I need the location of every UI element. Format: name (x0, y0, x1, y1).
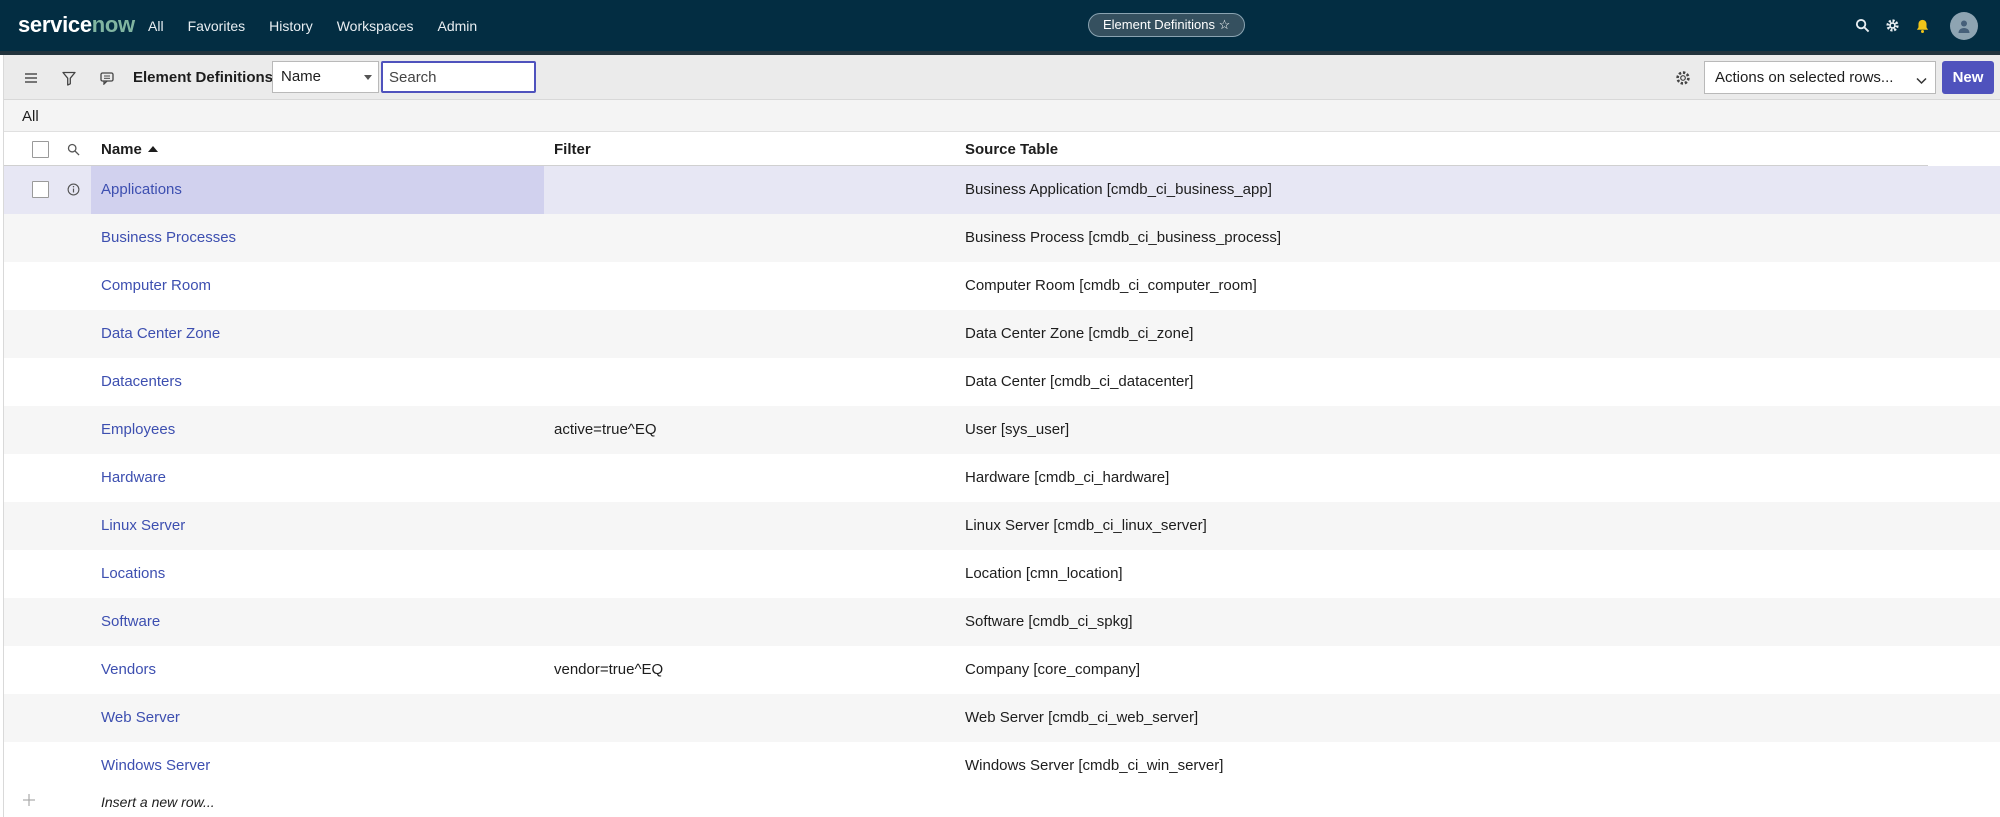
actions-select[interactable]: Actions on selected rows... (1704, 61, 1936, 94)
row-name-link[interactable]: Vendors (101, 661, 156, 678)
table-row[interactable]: Employees active=true^EQ User [sys_user] (4, 406, 2000, 454)
caret-down-icon (364, 75, 372, 80)
top-navigation: servicenow All Favorites History Workspa… (0, 0, 2000, 51)
menu-history[interactable]: History (269, 18, 313, 34)
list-header-bar: Element Definitions Name Actions on sele… (4, 55, 2000, 100)
row-source-table: User [sys_user] (965, 421, 1070, 438)
servicenow-logo[interactable]: servicenow (18, 12, 135, 38)
top-icons (1854, 0, 1978, 51)
row-name-link[interactable]: Locations (101, 565, 165, 582)
row-name-link[interactable]: Web Server (101, 709, 180, 726)
row-source-table: Data Center Zone [cmdb_ci_zone] (965, 325, 1194, 342)
row-name-link[interactable]: Employees (101, 421, 175, 438)
menu-admin[interactable]: Admin (437, 18, 477, 34)
table-row[interactable]: Datacenters Data Center [cmdb_ci_datacen… (4, 358, 2000, 406)
breadcrumb-all[interactable]: All (22, 108, 39, 125)
row-name-link[interactable]: Applications (101, 181, 182, 198)
insert-row[interactable]: Insert a new row... (4, 790, 2000, 817)
row-source-table: Location [cmn_location] (965, 565, 1123, 582)
info-icon[interactable] (65, 181, 82, 198)
row-name-link[interactable]: Windows Server (101, 757, 210, 774)
table-body: Applications Business Application [cmdb_… (4, 166, 2000, 790)
column-header-filter[interactable]: Filter (554, 141, 591, 158)
row-source-table: Software [cmdb_ci_spkg] (965, 613, 1133, 630)
menu-favorites[interactable]: Favorites (188, 18, 246, 34)
row-name-link[interactable]: Computer Room (101, 277, 211, 294)
table-row[interactable]: Computer Room Computer Room [cmdb_ci_com… (4, 262, 2000, 310)
column-header-source-table[interactable]: Source Table (965, 141, 1058, 158)
context-pill[interactable]: Element Definitions ☆ (1088, 13, 1246, 37)
sort-ascending-icon (147, 146, 158, 152)
plus-icon[interactable] (22, 793, 38, 809)
row-name-link[interactable]: Linux Server (101, 517, 185, 534)
row-source-table: Computer Room [cmdb_ci_computer_room] (965, 277, 1257, 294)
filter-icon[interactable] (59, 68, 79, 88)
hamburger-icon[interactable] (21, 68, 41, 88)
logo-service-text: service (18, 12, 92, 37)
list-title: Element Definitions (133, 69, 274, 86)
table-row[interactable]: Vendors vendor=true^EQ Company [core_com… (4, 646, 2000, 694)
table-row[interactable]: Data Center Zone Data Center Zone [cmdb_… (4, 310, 2000, 358)
insert-row-text[interactable]: Insert a new row... (101, 794, 215, 810)
comment-icon[interactable] (97, 68, 117, 88)
search-field-select[interactable]: Name (272, 61, 379, 93)
table-row[interactable]: Web Server Web Server [cmdb_ci_web_serve… (4, 694, 2000, 742)
row-name-link[interactable]: Business Processes (101, 229, 236, 246)
row-name-link[interactable]: Datacenters (101, 373, 182, 390)
main-menu: All Favorites History Workspaces Admin (148, 0, 501, 51)
column-search-icon[interactable] (63, 139, 83, 159)
row-source-table: Linux Server [cmdb_ci_linux_server] (965, 517, 1207, 534)
table-row[interactable]: Linux Server Linux Server [cmdb_ci_linux… (4, 502, 2000, 550)
table-header: Name Filter Source Table (4, 132, 1928, 166)
bell-icon[interactable] (1914, 18, 1930, 34)
column-header-name-label: Name (101, 141, 142, 158)
menu-workspaces[interactable]: Workspaces (337, 18, 414, 34)
row-source-table: Business Process [cmdb_ci_business_proce… (965, 229, 1281, 246)
row-name-link[interactable]: Software (101, 613, 160, 630)
table-row[interactable]: Business Processes Business Process [cmd… (4, 214, 2000, 262)
row-source-table: Company [core_company] (965, 661, 1141, 678)
chevron-down-icon (1916, 72, 1927, 89)
search-field-select-value: Name (281, 68, 322, 85)
table-row[interactable]: Hardware Hardware [cmdb_ci_hardware] (4, 454, 2000, 502)
settings-gear-icon[interactable] (1673, 68, 1693, 88)
row-checkbox[interactable] (32, 181, 49, 198)
row-filter: vendor=true^EQ (554, 661, 664, 678)
logo-now-text: now (91, 12, 135, 37)
select-all-checkbox[interactable] (32, 141, 49, 158)
row-name-link[interactable]: Hardware (101, 469, 166, 486)
search-input[interactable] (381, 61, 536, 93)
gear-icon[interactable] (1884, 18, 1900, 34)
table-row[interactable]: Windows Server Windows Server [cmdb_ci_w… (4, 742, 2000, 790)
row-source-table: Hardware [cmdb_ci_hardware] (965, 469, 1170, 486)
actions-select-value: Actions on selected rows... (1715, 69, 1894, 86)
row-source-table: Data Center [cmdb_ci_datacenter] (965, 373, 1194, 390)
row-source-table: Windows Server [cmdb_ci_win_server] (965, 757, 1224, 774)
column-header-name[interactable]: Name (101, 141, 158, 158)
menu-all[interactable]: All (148, 18, 164, 34)
row-source-table: Web Server [cmdb_ci_web_server] (965, 709, 1199, 726)
table-row[interactable]: Applications Business Application [cmdb_… (4, 166, 2000, 214)
table-row[interactable]: Locations Location [cmn_location] (4, 550, 2000, 598)
search-icon[interactable] (1854, 18, 1870, 34)
breadcrumb: All (4, 100, 2000, 132)
new-button[interactable]: New (1942, 61, 1994, 94)
table-row[interactable]: Software Software [cmdb_ci_spkg] (4, 598, 2000, 646)
row-name-link[interactable]: Data Center Zone (101, 325, 220, 342)
user-avatar[interactable] (1950, 11, 1978, 40)
row-source-table: Business Application [cmdb_ci_business_a… (965, 181, 1272, 198)
row-filter: active=true^EQ (554, 421, 657, 438)
